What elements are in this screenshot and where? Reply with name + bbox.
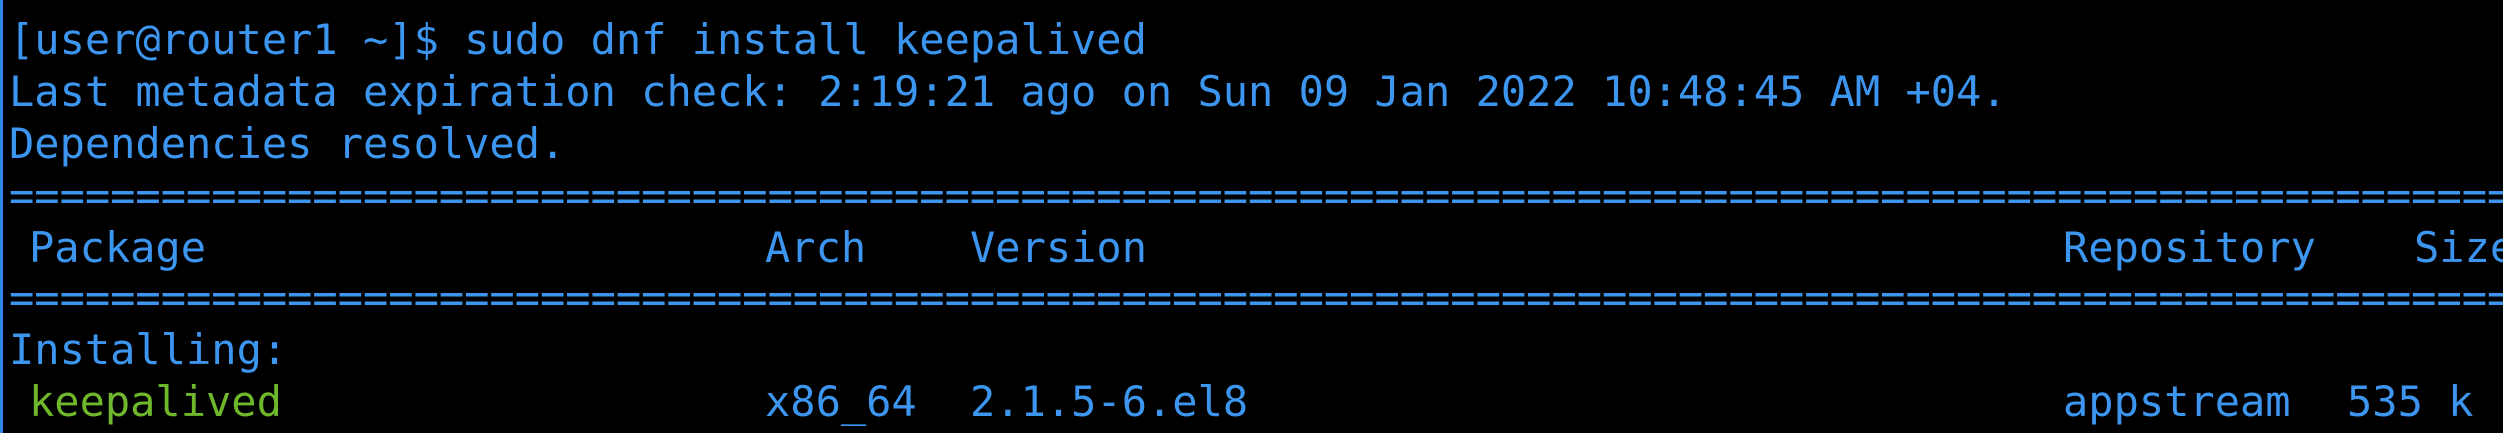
row-arch: x86_64 <box>765 377 917 426</box>
row-repository: appstream <box>2063 377 2291 426</box>
table-row: keepalived x86_64 2.1.5-6.el8 appstream … <box>3 376 2500 428</box>
table-separator-top: ========================================… <box>9 171 2503 220</box>
row-size: 535 k <box>2347 377 2474 426</box>
row-package-name: keepalived <box>29 377 282 426</box>
header-version: Version <box>970 223 1148 272</box>
table-header-row: Package Arch Version Repository Size <box>3 222 2503 274</box>
header-arch: Arch <box>765 223 867 272</box>
table-separator-bottom: ========================================… <box>9 273 2503 322</box>
command-prompt-line: [user@router1 ~]$ sudo dnf install keepa… <box>9 15 1147 64</box>
header-package: Package <box>29 223 207 272</box>
metadata-check-line: Last metadata expiration check: 2:19:21 … <box>9 67 2007 116</box>
row-version: 2.1.5-6.el8 <box>970 377 1249 426</box>
header-size: Size <box>2414 223 2503 272</box>
dependencies-resolved-line: Dependencies resolved. <box>9 119 566 168</box>
header-repository: Repository <box>2063 223 2316 272</box>
terminal-window[interactable]: [user@router1 ~]$ sudo dnf install keepa… <box>0 0 2503 433</box>
installing-section-label: Installing: <box>9 325 288 374</box>
